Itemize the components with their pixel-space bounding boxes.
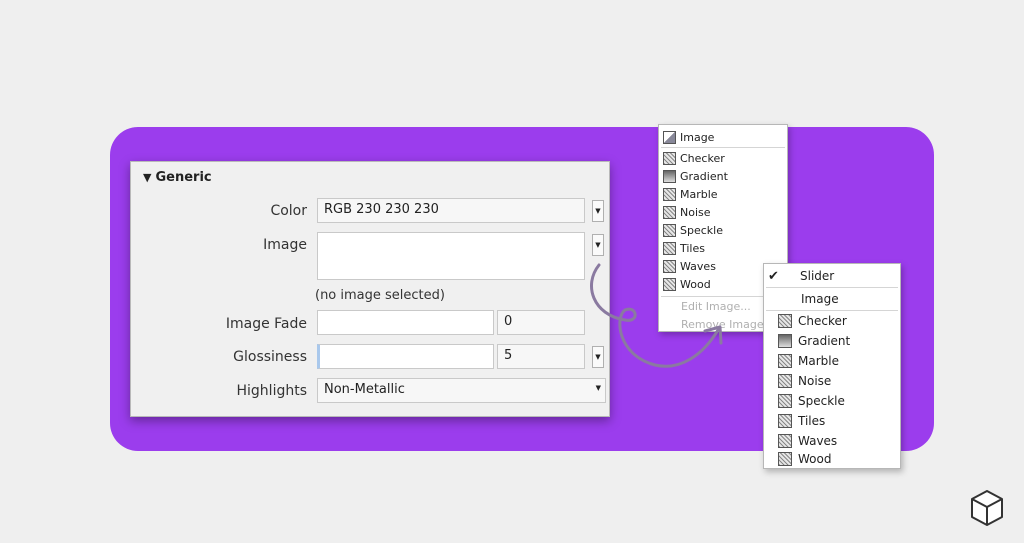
image-field[interactable] [317, 232, 585, 280]
tiles-icon [663, 241, 676, 255]
marble-icon [663, 187, 676, 201]
menu-item-marble[interactable]: Marble [778, 352, 839, 370]
glossiness-label: Glossiness [233, 349, 307, 365]
highlights-select[interactable]: Non-Metallic ▼ [317, 378, 606, 403]
gradient-icon [778, 334, 792, 348]
menu-item-tiles[interactable]: Tiles [778, 412, 825, 430]
menu-item-marble[interactable]: Marble [663, 185, 718, 203]
menu-item-speckle[interactable]: Speckle [778, 392, 845, 410]
menu-separator [766, 287, 898, 288]
color-value: RGB 230 230 230 [324, 202, 439, 217]
checkmark-icon: ✔ [768, 268, 779, 284]
cube-logo-icon [971, 490, 1003, 526]
speckle-icon [778, 394, 792, 408]
image-dropdown-button[interactable]: ▼ [592, 234, 604, 256]
collapse-triangle-icon[interactable]: ▼ [143, 171, 151, 184]
menu-item-image[interactable]: Image [663, 128, 714, 146]
glossiness-slider[interactable] [317, 344, 494, 369]
highlights-chevron-icon: ▼ [595, 384, 601, 392]
color-field[interactable]: RGB 230 230 230 [317, 198, 585, 223]
menu-item-waves[interactable]: Waves [778, 432, 837, 450]
gradient-icon [663, 169, 676, 183]
highlights-label: Highlights [236, 383, 308, 399]
checker-icon [663, 151, 676, 165]
menu-item-gradient[interactable]: Gradient [663, 167, 728, 185]
speckle-icon [663, 223, 676, 237]
section-title: Generic [155, 170, 212, 185]
glossiness-value: 5 [504, 348, 513, 363]
color-dropdown-button[interactable]: ▼ [592, 200, 604, 222]
menu-item-gradient[interactable]: Gradient [778, 332, 850, 350]
color-label: Color [270, 203, 307, 219]
waves-icon [778, 434, 792, 448]
noise-icon [663, 205, 676, 219]
glossiness-value-field[interactable]: 5 [497, 344, 585, 369]
curly-arrow-icon [590, 263, 723, 368]
section-header-generic[interactable]: ▼ Generic [143, 170, 212, 185]
wood-icon [778, 452, 792, 466]
menu-item-speckle[interactable]: Speckle [663, 221, 723, 239]
image-fade-label: Image Fade [225, 316, 307, 332]
checker-icon [778, 314, 792, 328]
tiles-icon [778, 414, 792, 428]
menu-item-checker[interactable]: Checker [778, 312, 847, 330]
image-icon [663, 130, 676, 144]
menu-item-wood[interactable]: Wood [778, 450, 831, 468]
image-fade-value: 0 [504, 314, 513, 329]
menu-item-noise[interactable]: Noise [663, 203, 711, 221]
menu-item-image[interactable]: Image [801, 290, 839, 308]
menu-item-noise[interactable]: Noise [778, 372, 831, 390]
material-properties-panel: ▼ Generic Color RGB 230 230 230 ▼ Image ▼… [130, 161, 610, 417]
menu-item-checker[interactable]: Checker [663, 149, 725, 167]
noise-icon [778, 374, 792, 388]
image-label: Image [263, 237, 307, 253]
glossiness-type-menu: ✔ Slider Image Checker Gradient Marble No… [763, 263, 901, 469]
menu-separator [661, 147, 785, 148]
highlights-value: Non-Metallic [324, 382, 405, 397]
image-fade-slider[interactable] [317, 310, 494, 335]
image-fade-value-field[interactable]: 0 [497, 310, 585, 335]
marble-icon [778, 354, 792, 368]
image-note: (no image selected) [315, 288, 445, 303]
menu-separator [766, 310, 898, 311]
menu-item-slider[interactable]: ✔ Slider [768, 267, 834, 285]
